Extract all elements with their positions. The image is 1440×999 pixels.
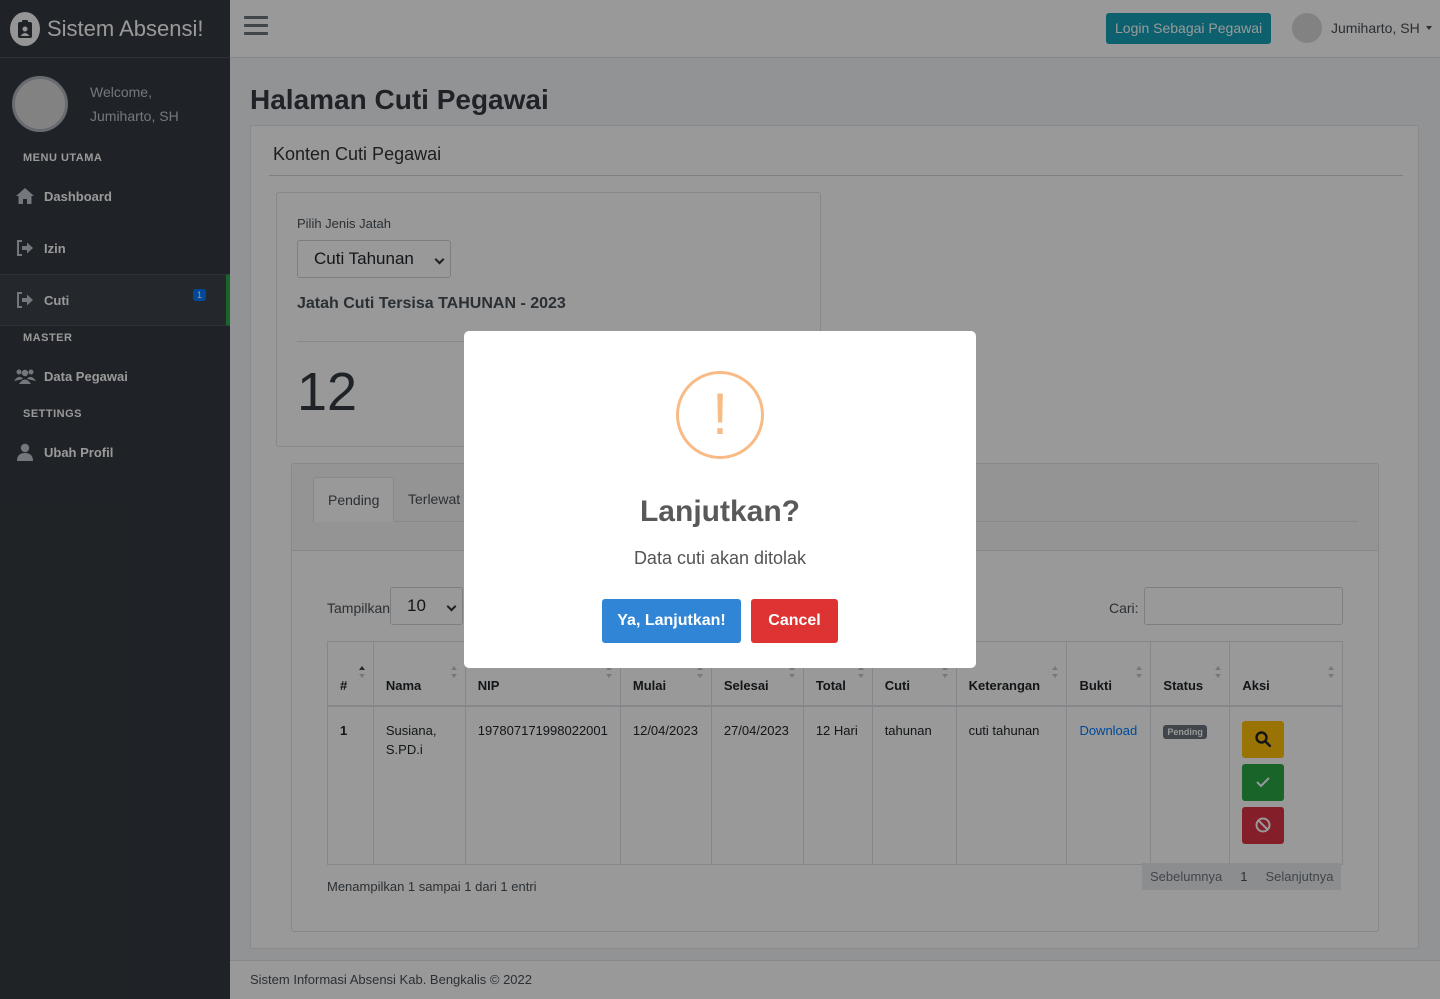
cancel-button[interactable]: Cancel [751, 599, 838, 643]
confirm-dialog: ! Lanjutkan? Data cuti akan ditolak Ya, … [464, 331, 976, 668]
dialog-title: Lanjutkan? [639, 495, 800, 528]
dialog-text: Data cuti akan ditolak [633, 548, 807, 568]
confirm-button[interactable]: Ya, Lanjutkan! [602, 599, 741, 643]
warning-icon: ! [676, 371, 764, 459]
